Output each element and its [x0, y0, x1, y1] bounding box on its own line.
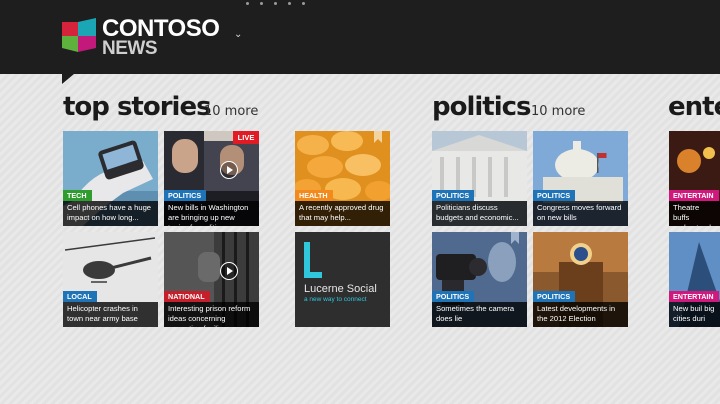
header-notch: [62, 74, 74, 84]
play-video-icon[interactable]: [220, 161, 238, 179]
section-more-politics[interactable]: 10 more: [531, 104, 585, 120]
story-tile-health[interactable]: HEALTH A recently approved drug that may…: [295, 131, 390, 226]
category-tag: LOCAL: [63, 291, 97, 302]
category-tag: ENTERTAIN: [669, 190, 719, 201]
category-tag: POLITICS: [164, 190, 207, 201]
play-video-icon[interactable]: [220, 262, 238, 280]
story-caption: Helicopter crashes in town near army bas…: [63, 302, 158, 327]
story-tile-entertainment-1[interactable]: ENTERTAIN Theatre buffs understand th: [669, 131, 720, 226]
window-drag-dots[interactable]: [246, 2, 305, 5]
story-caption: New buil big cities duri: [669, 302, 720, 327]
story-caption: Interesting prison reform ideas concerni…: [164, 302, 259, 327]
section-title-top-stories[interactable]: top stories: [63, 92, 212, 122]
contoso-logo-icon: [62, 18, 96, 52]
story-caption: Sometimes the camera does lie: [432, 302, 527, 327]
story-caption: Politicians discuss budgets and economic…: [432, 201, 527, 226]
bookmark-icon[interactable]: [511, 232, 519, 244]
story-tile-entertainment-2[interactable]: ENTERTAIN New buil big cities duri: [669, 232, 720, 327]
category-tag: TECH: [63, 190, 92, 201]
story-tile-politics-4[interactable]: POLITICS Latest developments in the 2012…: [533, 232, 628, 327]
bookmark-icon[interactable]: [374, 131, 382, 143]
section-title-politics[interactable]: politics: [432, 92, 532, 122]
story-caption: Cell phones have a huge impact on how lo…: [63, 201, 158, 226]
app-header: CONTOSO NEWS ⌄: [0, 0, 720, 74]
story-tile-local[interactable]: LOCAL Helicopter crashes in town near ar…: [63, 232, 158, 327]
social-app-tagline: a new way to connect: [304, 296, 367, 303]
lucerne-logo-icon: [304, 242, 322, 278]
story-tile-tech[interactable]: TECH Cell phones have a huge impact on h…: [63, 131, 158, 226]
story-tile-politics-2[interactable]: POLITICS Congress moves forward on new b…: [533, 131, 628, 226]
category-tag: POLITICS: [533, 291, 576, 302]
live-badge: LIVE: [233, 131, 259, 144]
story-caption: A recently approved drug that may help..…: [295, 201, 390, 226]
story-tile-politics-1[interactable]: POLITICS Politicians discuss budgets and…: [432, 131, 527, 226]
category-tag: HEALTH: [295, 190, 333, 201]
category-tag: ENTERTAIN: [669, 291, 719, 302]
category-tag: POLITICS: [533, 190, 576, 201]
story-tile-politics-live[interactable]: LIVE POLITICS New bills in Washington ar…: [164, 131, 259, 226]
story-caption: Theatre buffs understand th: [669, 201, 720, 226]
category-tag: POLITICS: [432, 291, 475, 302]
story-tile-politics-3[interactable]: POLITICS Sometimes the camera does lie: [432, 232, 527, 327]
logo-subtitle: NEWS: [102, 38, 158, 59]
chevron-down-icon[interactable]: ⌄: [234, 30, 242, 40]
story-caption: Congress moves forward on new bills: [533, 201, 628, 226]
category-tag: NATIONAL: [164, 291, 210, 302]
section-title-entertainment[interactable]: ente: [668, 92, 720, 122]
category-tag: POLITICS: [432, 190, 475, 201]
story-caption: New bills in Washington are bringing up …: [164, 201, 259, 226]
social-app-name: Lucerne Social: [304, 283, 377, 295]
section-more-top-stories[interactable]: 10 more: [204, 104, 258, 120]
story-tile-national[interactable]: NATIONAL Interesting prison reform ideas…: [164, 232, 259, 327]
story-caption: Latest developments in the 2012 Election: [533, 302, 628, 327]
social-tile-lucerne[interactable]: Lucerne Social a new way to connect: [295, 232, 390, 327]
